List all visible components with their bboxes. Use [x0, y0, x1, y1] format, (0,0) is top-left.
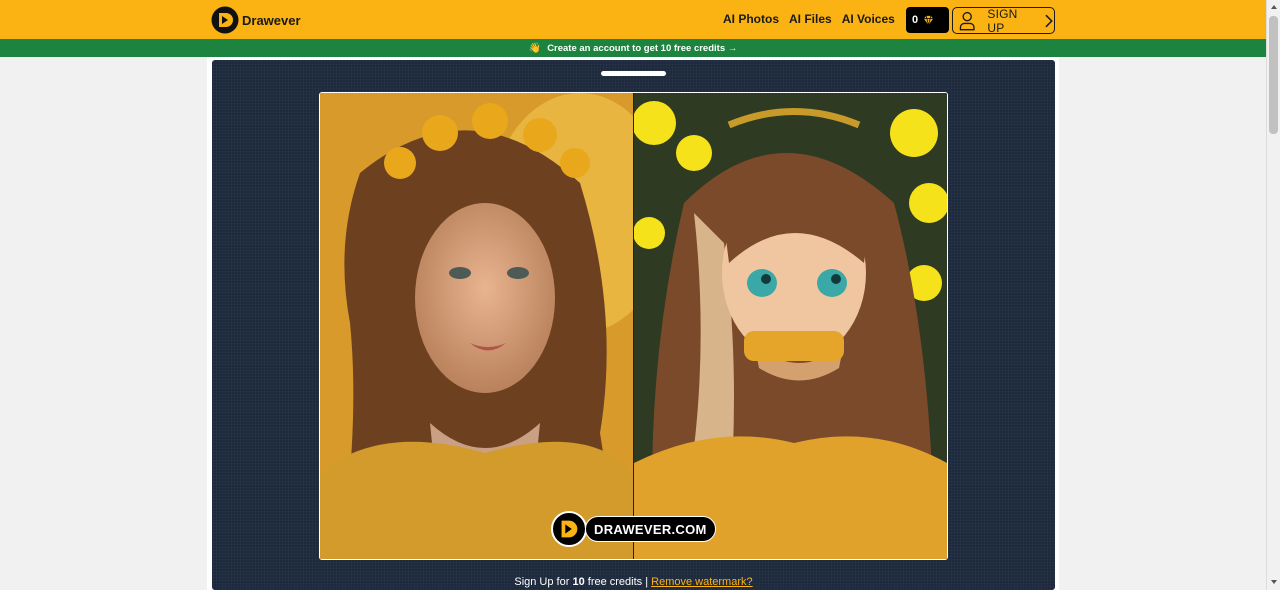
credits-footer: Sign Up for 10 free credits | Remove wat… [212, 576, 1055, 588]
signup-label: SIGN UP [987, 6, 1018, 35]
promo-banner[interactable]: 👋 Create an account to get 10 free credi… [0, 39, 1266, 57]
brand-name: Drawever [242, 12, 301, 28]
footer-prefix: Sign Up for [514, 576, 573, 588]
chevron-right-icon [1045, 14, 1054, 27]
user-icon [959, 11, 975, 30]
anime-result [634, 93, 947, 559]
drag-handle[interactable] [601, 71, 666, 76]
original-photo [320, 93, 633, 559]
remove-watermark-link[interactable]: Remove watermark? [651, 576, 752, 588]
watermark: DRAWEVER.COM [551, 511, 716, 547]
original-photo-illustration [320, 93, 633, 559]
nav-ai-files[interactable]: AI Files [789, 12, 832, 26]
signup-button[interactable]: SIGN UP [952, 6, 1055, 35]
before-after-comparison[interactable]: DRAWEVER.COM [319, 92, 948, 560]
footer-count: 10 [572, 576, 585, 588]
credits-button[interactable]: 0 [906, 7, 949, 33]
footer-suffix: free credits | [584, 576, 652, 588]
scroll-up-arrow-icon[interactable] [1271, 5, 1277, 9]
anime-result-illustration [634, 93, 947, 559]
gem-icon [923, 15, 934, 25]
header-inner: Drawever AI Photos AI Files AI Voices 0 … [211, 0, 1056, 39]
wave-emoji: 👋 [528, 42, 542, 54]
scroll-down-arrow-icon[interactable] [1271, 580, 1277, 584]
main-nav: AI Photos AI Files AI Voices [723, 12, 895, 26]
nav-ai-photos[interactable]: AI Photos [723, 12, 779, 26]
promo-banner-text: Create an account to get 10 free credits… [547, 42, 738, 54]
scrollbar-thumb[interactable] [1269, 16, 1278, 134]
watermark-pill: DRAWEVER.COM [585, 516, 716, 542]
top-header: Drawever AI Photos AI Files AI Voices 0 … [0, 0, 1266, 39]
brand-logo-link[interactable]: Drawever [211, 6, 301, 34]
page-scrollbar[interactable] [1266, 0, 1280, 590]
watermark-logo-mark [561, 520, 578, 538]
credits-count: 0 [912, 14, 919, 26]
watermark-logo-icon [551, 511, 587, 547]
watermark-text: DRAWEVER.COM [594, 521, 707, 537]
nav-ai-voices[interactable]: AI Voices [842, 12, 895, 26]
result-panel: DRAWEVER.COM Sign Up for 10 free credits… [212, 60, 1055, 590]
drawever-logo-icon [211, 6, 239, 34]
